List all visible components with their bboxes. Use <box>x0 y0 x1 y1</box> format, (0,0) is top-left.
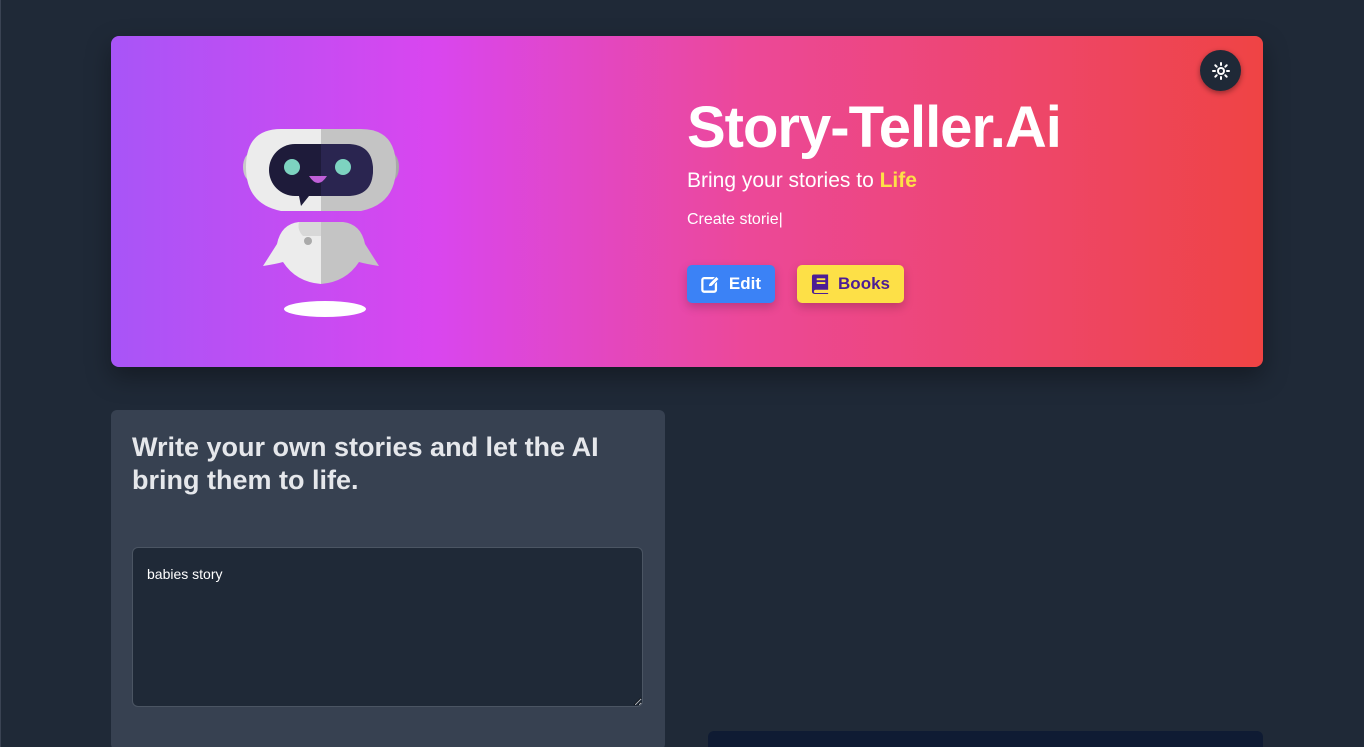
subtitle-prefix: Bring your stories to <box>687 169 880 192</box>
hero-buttons: Edit Books <box>687 265 904 303</box>
output-panel <box>708 731 1263 747</box>
robot-illustration <box>243 129 399 317</box>
story-input[interactable]: babies story <box>132 547 643 707</box>
typing-text: Create storie| <box>687 211 783 228</box>
books-button[interactable]: Books <box>797 265 904 303</box>
story-editor-card: Write your own stories and let the AI br… <box>111 410 665 747</box>
edit-button[interactable]: Edit <box>687 265 775 303</box>
hero-subtitle: Bring your stories to Life <box>687 168 1061 194</box>
theme-toggle-button[interactable] <box>1200 50 1241 91</box>
sun-icon <box>1211 61 1230 80</box>
edit-icon <box>701 275 720 293</box>
hero-text-block: Story-Teller.Ai Bring your stories to Li… <box>687 95 1062 230</box>
app-title: Story-Teller.Ai <box>687 95 1062 160</box>
editor-heading: Write your own stories and let the AI br… <box>132 432 599 495</box>
book-icon <box>811 274 829 294</box>
hero-banner: Story-Teller.Ai Bring your stories to Li… <box>111 36 1263 367</box>
edit-label: Edit <box>728 274 761 293</box>
subtitle-accent: Life <box>879 169 917 192</box>
page: Story-Teller.Ai Bring your stories to Li… <box>0 0 1364 747</box>
books-label: Books <box>838 274 890 293</box>
